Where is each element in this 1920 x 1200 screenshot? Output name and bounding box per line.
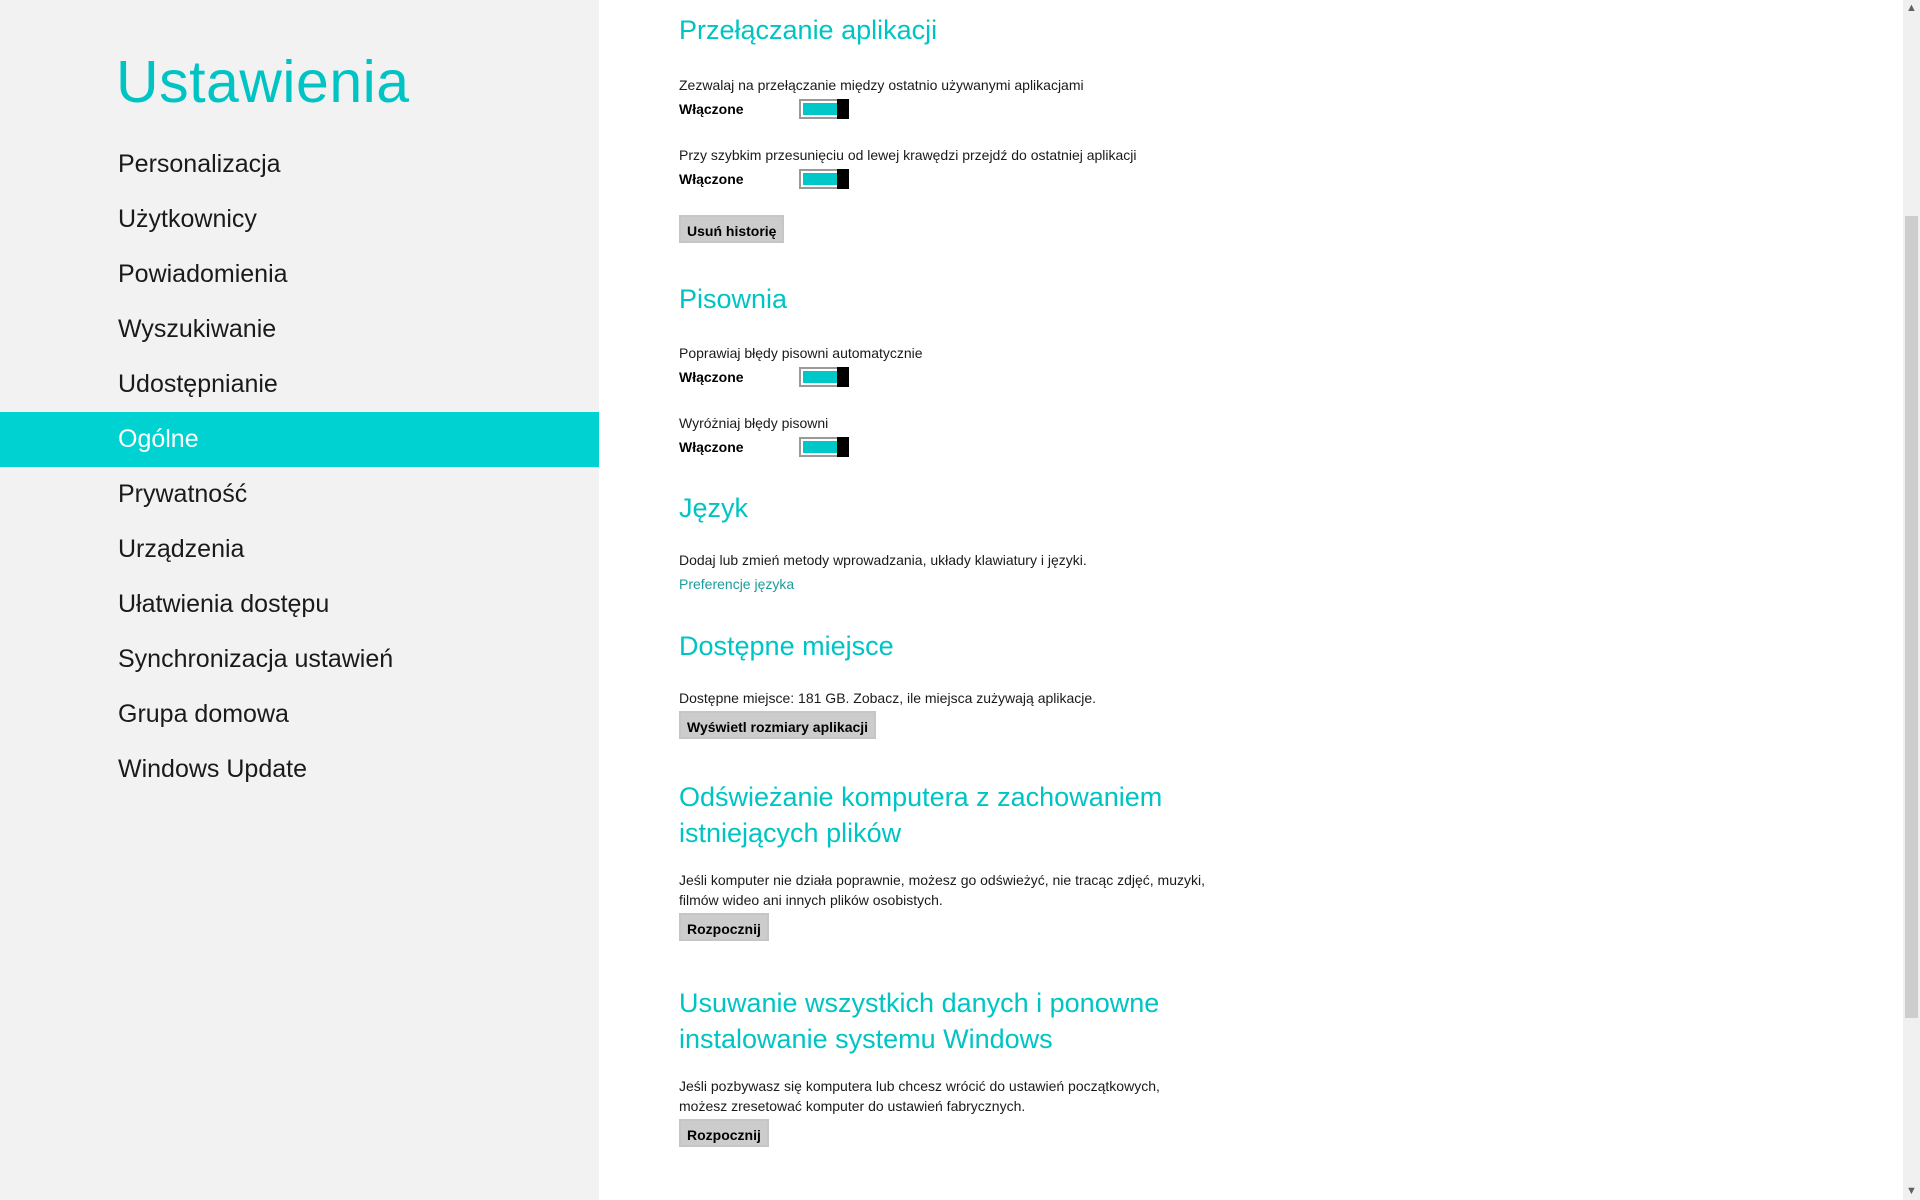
app-title: Ustawienia: [116, 49, 410, 115]
setting-label: Wyróżniaj błędy pisowni: [679, 415, 829, 431]
reset-start-button[interactable]: Rozpocznij: [679, 1119, 769, 1147]
chevron-up-icon[interactable]: ▲: [1903, 0, 1920, 17]
section-title: Usuwanie wszystkich danych i ponowne ins…: [679, 985, 1160, 1057]
section-title: Przełączanie aplikacji: [679, 15, 938, 45]
nav-item-powiadomienia[interactable]: Powiadomienia: [0, 247, 599, 302]
vertical-scrollbar[interactable]: ▲ ▼: [1903, 0, 1920, 1200]
section-title-line: instalowanie systemu Windows: [679, 1024, 1053, 1054]
settings-content: Przełączanie aplikacji Zezwalaj na przeł…: [679, 0, 1859, 1200]
toggle-state: Włączone: [679, 171, 744, 187]
section-title: Dostępne miejsce: [679, 631, 894, 661]
nav-item-ulatwienia-dostepu[interactable]: Ułatwienia dostępu: [0, 577, 599, 632]
autocorrect-toggle[interactable]: [799, 367, 849, 387]
scroll-thumb[interactable]: [1905, 216, 1918, 1018]
description-line: filmów wideo ani innych plików osobistyc…: [679, 892, 943, 908]
nav-item-grupa-domowa[interactable]: Grupa domowa: [0, 687, 599, 742]
toggle-knob: [837, 437, 849, 457]
toggle-row: Włączone: [679, 167, 1137, 191]
description-line: Jeśli komputer nie działa poprawnie, moż…: [679, 872, 1206, 888]
toggle-state: Włączone: [679, 369, 744, 385]
section-storage: Dostępne miejsce Dostępne miejsce: 181 G…: [679, 628, 1096, 739]
sidebar: Ustawienia Personalizacja Użytkownicy Po…: [0, 0, 599, 1200]
nav-item-uzytkownicy[interactable]: Użytkownicy: [0, 192, 599, 247]
view-app-sizes-button[interactable]: Wyświetl rozmiary aplikacji: [679, 711, 877, 739]
setting-label: Przy szybkim przesunięciu od lewej krawę…: [679, 147, 1137, 163]
swipe-switch-toggle[interactable]: [799, 169, 849, 189]
toggle-fill: [803, 371, 839, 383]
toggle-fill: [803, 441, 839, 453]
section-app-switching: Przełączanie aplikacji Zezwalaj na przeł…: [679, 12, 1137, 243]
allow-switch-toggle[interactable]: [799, 99, 849, 119]
nav-item-windows-update[interactable]: Windows Update: [0, 742, 599, 797]
nav-item-personalizacja[interactable]: Personalizacja: [0, 137, 599, 192]
toggle-row: Włączone: [679, 435, 923, 459]
section-title: Odświeżanie komputera z zachowaniem istn…: [679, 779, 1205, 851]
section-spelling: Pisownia Poprawiaj błędy pisowni automat…: [679, 281, 923, 459]
section-title: Pisownia: [679, 284, 788, 314]
language-preferences-link[interactable]: Preferencje języka: [679, 576, 794, 592]
refresh-start-button[interactable]: Rozpocznij: [679, 913, 769, 941]
storage-description: Dostępne miejsce: 181 GB. Zobacz, ile mi…: [679, 690, 1097, 706]
refresh-description: Jeśli komputer nie działa poprawnie, moż…: [679, 870, 1205, 910]
reset-description: Jeśli pozbywasz się komputera lub chcesz…: [679, 1076, 1160, 1116]
setting-label: Poprawiaj błędy pisowni automatycznie: [679, 345, 923, 361]
description-line: możesz zresetować komputer do ustawień f…: [679, 1098, 1026, 1114]
toggle-state: Włączone: [679, 439, 744, 455]
clear-history-button[interactable]: Usuń historię: [679, 215, 785, 243]
toggle-fill: [803, 103, 839, 115]
toggle-row: Włączone: [679, 97, 1137, 121]
nav-item-ogolne[interactable]: Ogólne: [0, 412, 599, 467]
section-reset: Usuwanie wszystkich danych i ponowne ins…: [679, 985, 1160, 1147]
toggle-knob: [837, 367, 849, 387]
chevron-down-icon[interactable]: ▼: [1903, 1183, 1920, 1200]
toggle-knob: [837, 99, 849, 119]
description-line: Jeśli pozbywasz się komputera lub chcesz…: [679, 1078, 1160, 1094]
toggle-row: Włączone: [679, 365, 923, 389]
highlight-toggle[interactable]: [799, 437, 849, 457]
nav-item-udostepnianie[interactable]: Udostępnianie: [0, 357, 599, 412]
toggle-fill: [803, 173, 839, 185]
nav-list: Personalizacja Użytkownicy Powiadomienia…: [0, 137, 599, 797]
section-title-line: istniejących plików: [679, 818, 902, 848]
section-language: Język Dodaj lub zmień metody wprowadzani…: [679, 490, 1087, 594]
setting-label: Zezwalaj na przełączanie między ostatnio…: [679, 77, 1084, 93]
nav-item-wyszukiwanie[interactable]: Wyszukiwanie: [0, 302, 599, 357]
section-title-line: Odświeżanie komputera z zachowaniem: [679, 782, 1163, 812]
nav-item-prywatnosc[interactable]: Prywatność: [0, 467, 599, 522]
section-refresh: Odświeżanie komputera z zachowaniem istn…: [679, 779, 1205, 941]
nav-item-synchronizacja[interactable]: Synchronizacja ustawień: [0, 632, 599, 687]
nav-item-urzadzenia[interactable]: Urządzenia: [0, 522, 599, 577]
section-title-line: Usuwanie wszystkich danych i ponowne: [679, 988, 1160, 1018]
toggle-state: Włączone: [679, 101, 744, 117]
language-description: Dodaj lub zmień metody wprowadzania, ukł…: [679, 552, 1087, 568]
toggle-knob: [837, 169, 849, 189]
section-title: Język: [679, 493, 749, 523]
